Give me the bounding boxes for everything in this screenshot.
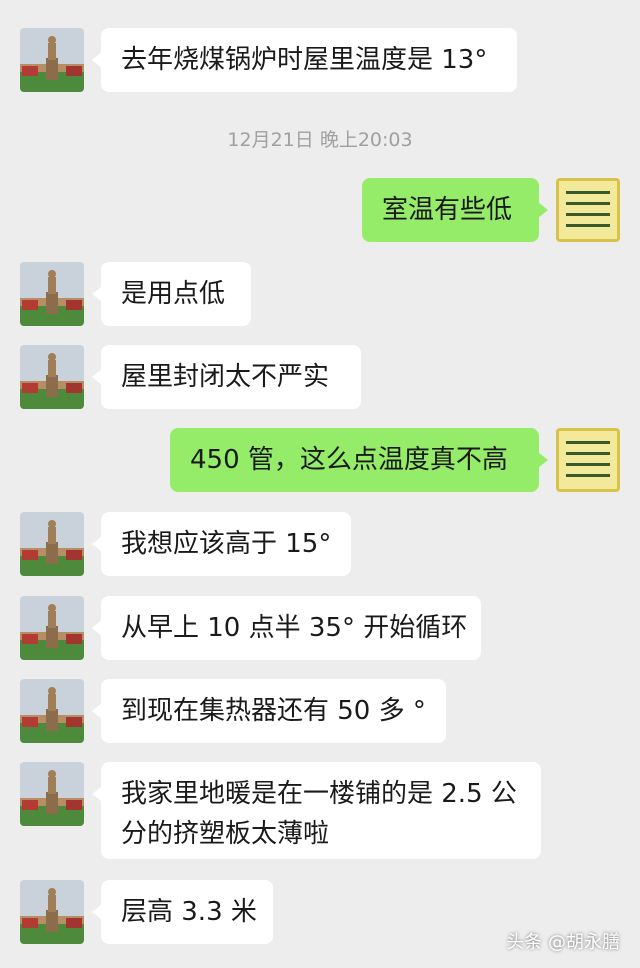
message-row: 室温有些低	[0, 178, 640, 242]
calligraphy-avatar-icon	[556, 178, 620, 242]
message-bubble[interactable]: 到现在集热器还有 50 多 °	[92, 679, 446, 743]
message-bubble[interactable]: 屋里封闭太不严实	[92, 345, 361, 409]
contact-avatar[interactable]	[20, 262, 84, 326]
statue-avatar-icon	[20, 512, 84, 576]
contact-avatar[interactable]	[20, 596, 84, 660]
contact-avatar[interactable]	[20, 28, 84, 92]
contact-avatar[interactable]	[20, 345, 84, 409]
message-row: 是用点低	[0, 262, 640, 326]
watermark: 头条 @胡永膳	[506, 932, 620, 953]
message-row: 我家里地暖是在一楼铺的是 2.5 公分的挤塑板太薄啦	[0, 762, 640, 859]
contact-avatar[interactable]	[20, 880, 84, 944]
statue-avatar-icon	[20, 679, 84, 743]
message-bubble[interactable]: 我家里地暖是在一楼铺的是 2.5 公分的挤塑板太薄啦	[92, 762, 541, 859]
timestamp: 12月21日 晚上20:03	[227, 129, 413, 151]
message-bubble[interactable]: 是用点低	[92, 262, 251, 326]
statue-avatar-icon	[20, 880, 84, 944]
contact-avatar[interactable]	[20, 512, 84, 576]
message-bubble[interactable]: 去年烧煤锅炉时屋里温度是 13°	[92, 28, 517, 92]
message-bubble[interactable]: 层高 3.3 米	[92, 880, 273, 944]
message-row: 屋里封闭太不严实	[0, 345, 640, 409]
statue-avatar-icon	[20, 262, 84, 326]
statue-avatar-icon	[20, 596, 84, 660]
message-bubble[interactable]: 从早上 10 点半 35° 开始循环	[92, 596, 481, 660]
calligraphy-avatar-icon	[556, 428, 620, 492]
contact-avatar[interactable]	[20, 762, 84, 826]
message-row: 我想应该高于 15°	[0, 512, 640, 576]
message-bubble[interactable]: 450 管，这么点温度真不高	[170, 428, 548, 492]
message-row: 450 管，这么点温度真不高	[0, 428, 640, 492]
statue-avatar-icon	[20, 28, 84, 92]
message-row: 从早上 10 点半 35° 开始循环	[0, 596, 640, 660]
message-row: 到现在集热器还有 50 多 °	[0, 679, 640, 743]
own-avatar[interactable]	[556, 428, 620, 492]
message-bubble[interactable]: 我想应该高于 15°	[92, 512, 351, 576]
own-avatar[interactable]	[556, 178, 620, 242]
message-row: 去年烧煤锅炉时屋里温度是 13°	[0, 28, 640, 94]
statue-avatar-icon	[20, 345, 84, 409]
message-bubble[interactable]: 室温有些低	[362, 178, 548, 242]
statue-avatar-icon	[20, 762, 84, 826]
contact-avatar[interactable]	[20, 679, 84, 743]
chat-window: 去年烧煤锅炉时屋里温度是 13° 12月21日 晚上20:03 室温有些低 是用…	[0, 0, 640, 968]
